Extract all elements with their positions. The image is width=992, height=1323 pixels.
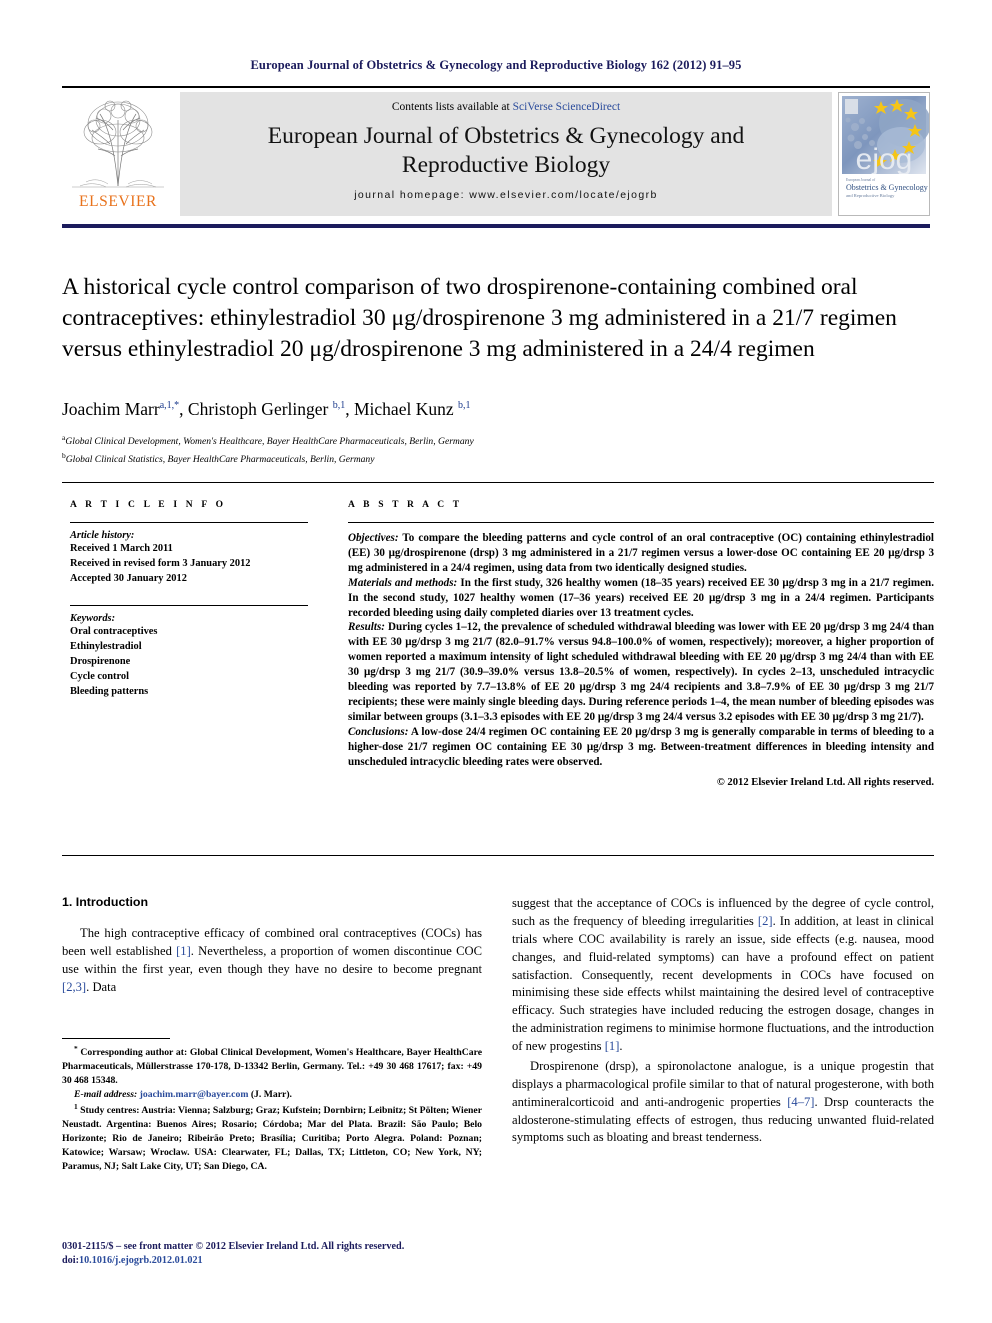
doi-line: doi:10.1016/j.ejogrb.2012.01.021: [62, 1254, 562, 1268]
author-list: Joachim Marra,1,*, Christoph Gerlinger b…: [62, 399, 471, 419]
citation-ref-2-3[interactable]: [2,3]: [62, 980, 86, 994]
affiliation-text-b: Global Clinical Statistics, Bayer Health…: [65, 453, 375, 465]
affiliation-a: aGlobal Clinical Development, Women's He…: [62, 432, 934, 450]
section-heading-introduction: 1. Introduction: [62, 895, 149, 909]
cover-ejog-wordmark: ejog: [856, 143, 913, 176]
abstract-conclusions-label: Conclusions:: [348, 725, 409, 738]
citation-ref-4-7[interactable]: [4–7]: [787, 1095, 814, 1109]
abstract-results-label: Results:: [348, 621, 385, 634]
doi-label: doi:: [62, 1255, 79, 1267]
elsevier-wordmark: ELSEVIER: [79, 193, 157, 210]
elsevier-logo: ELSEVIER: [62, 92, 174, 216]
citation-ref-2[interactable]: [2]: [758, 914, 773, 928]
cover-subtitle-1: Obstetrics & Gynecology: [846, 183, 928, 192]
sciencedirect-link[interactable]: SciVerse ScienceDirect: [513, 101, 621, 113]
cover-artwork-icon: ejog European Journal of Obstetrics & Gy…: [839, 93, 929, 215]
body-column-left: 1. Introduction The high contraceptive e…: [62, 895, 482, 999]
journal-title-line-1: European Journal of Obstetrics & Gynecol…: [267, 123, 745, 149]
right-text-b: . In addition, at least in clinical tria…: [512, 913, 934, 1053]
citation-ref-1[interactable]: [1]: [176, 944, 191, 958]
footnote-study-centres-text: Study centres: Austria: Vienna; Salzburg…: [62, 1105, 482, 1173]
paper-page: European Journal of Obstetrics & Gynecol…: [0, 0, 992, 1323]
abstract-methods-label: Materials and methods:: [348, 576, 458, 589]
journal-masthead: ELSEVIER Contents lists available at Sci…: [62, 86, 930, 228]
journal-cover-thumbnail: ejog European Journal of Obstetrics & Gy…: [838, 92, 930, 216]
abstract-objectives-label: Objectives:: [348, 532, 399, 544]
journal-title-line-2: Reproductive Biology: [401, 151, 611, 178]
abstract-top-rule: [62, 482, 934, 483]
abstract-block: A B S T R A C T Objectives: To compare t…: [348, 500, 934, 788]
author-sup-2: b,1: [332, 400, 346, 412]
abstract-copyright: © 2012 Elsevier Ireland Ltd. All rights …: [716, 776, 934, 788]
contents-prefix: Contents lists available at: [391, 101, 513, 113]
article-info-block: A R T I C L E I N F O Article history: R…: [70, 500, 308, 700]
page-footer: 0301-2115/$ – see front matter © 2012 El…: [62, 1240, 562, 1269]
intro-paragraph-right-1: suggest that the acceptance of COCs is i…: [512, 895, 934, 1056]
abstract-rule: [348, 522, 934, 523]
footnote-study-centres: 1 Study centres: Austria: Vienna; Salzbu…: [62, 1102, 482, 1174]
abstract-conclusions: Conclusions: A low-dose 24/4 regimen OC …: [348, 725, 934, 770]
abstract-objectives: Objectives: To compare the bleeding patt…: [348, 531, 934, 576]
keyword-item-1: Oral contraceptives: [70, 625, 158, 637]
email-suffix: (J. Marr).: [248, 1089, 292, 1101]
elsevier-tree-icon: [66, 94, 170, 192]
keyword-item-4: Cycle control: [70, 671, 129, 683]
cover-subtitle-2: and Reproductive Biology: [846, 193, 895, 198]
footnote-corresponding-author: * Corresponding author at: Global Clinic…: [62, 1044, 482, 1088]
intro-paragraph-left: The high contraceptive efficacy of combi…: [62, 925, 482, 997]
journal-title-block: Contents lists available at SciVerse Sci…: [180, 92, 832, 216]
author-name-1: Joachim Marr: [62, 399, 160, 419]
article-history-label: Article history:: [70, 530, 135, 541]
running-head: European Journal of Obstetrics & Gynecol…: [250, 58, 742, 72]
keyword-item-3: Drospirenone: [70, 655, 131, 667]
abstract-methods: Materials and methods: In the first stud…: [348, 576, 934, 621]
author-name-2: Christoph Gerlinger: [187, 399, 329, 419]
keywords-label: Keywords:: [70, 612, 116, 624]
abstract-results: Results: During cycles 1–12, the prevale…: [348, 620, 934, 724]
footnote-block: * Corresponding author at: Global Clinic…: [62, 1038, 482, 1174]
abstract-bottom-rule: [62, 855, 934, 856]
cover-kicker: European Journal of: [846, 178, 876, 182]
article-info-heading: A R T I C L E I N F O: [70, 500, 227, 510]
article-info-rule: [70, 522, 308, 523]
article-history-revised: Received in revised form 3 January 2012: [70, 558, 251, 570]
intro-text-c: . Data: [86, 979, 117, 994]
citation-ref-1-b[interactable]: [1]: [605, 1039, 620, 1053]
contents-list-line: Contents lists available at SciVerse Sci…: [392, 101, 620, 113]
author-name-3: Michael Kunz: [353, 399, 454, 419]
affiliation-b: bGlobal Clinical Statistics, Bayer Healt…: [62, 450, 934, 468]
email-label: E-mail address:: [74, 1089, 138, 1101]
right-text-c: .: [619, 1039, 623, 1053]
keyword-item-2: Ethinylestradiol: [70, 640, 142, 652]
abstract-results-text: During cycles 1–12, the prevalence of sc…: [348, 621, 934, 723]
keyword-item-5: Bleeding patterns: [70, 686, 149, 698]
author-sup-1: a,1,*: [159, 400, 180, 412]
author-sup-3: b,1: [457, 400, 471, 412]
affiliation-list: aGlobal Clinical Development, Women's He…: [62, 432, 934, 467]
keywords-rule: [70, 604, 308, 606]
abstract-objectives-text: To compare the bleeding patterns and cyc…: [348, 532, 934, 574]
issn-front-matter-line: 0301-2115/$ – see front matter © 2012 El…: [62, 1241, 405, 1252]
footnote-corresponding-text: Corresponding author at: Global Clinical…: [62, 1047, 482, 1087]
body-column-right: suggest that the acceptance of COCs is i…: [512, 895, 934, 1149]
journal-homepage-link[interactable]: journal homepage: www.elsevier.com/locat…: [354, 189, 658, 201]
doi-link[interactable]: 10.1016/j.ejogrb.2012.01.021: [79, 1255, 203, 1266]
article-title: A historical cycle control comparison of…: [62, 274, 897, 362]
footnote-rule: [62, 1038, 170, 1039]
email-address-link[interactable]: joachim.marr@bayer.com: [140, 1089, 249, 1100]
journal-title: European Journal of Obstetrics & Gynecol…: [268, 122, 744, 179]
abstract-heading: A B S T R A C T: [348, 500, 463, 510]
article-history-accepted: Accepted 30 January 2012: [70, 573, 187, 585]
abstract-conclusions-text: A low-dose 24/4 regimen OC containing EE…: [348, 725, 934, 768]
footnote-email: E-mail address: joachim.marr@bayer.com (…: [62, 1088, 482, 1102]
article-history-received: Received 1 March 2011: [70, 543, 173, 554]
affiliation-text-a: Global Clinical Development, Women's Hea…: [65, 436, 474, 448]
intro-paragraph-right-2: Drospirenone (drsp), a spironolactone an…: [512, 1058, 934, 1147]
